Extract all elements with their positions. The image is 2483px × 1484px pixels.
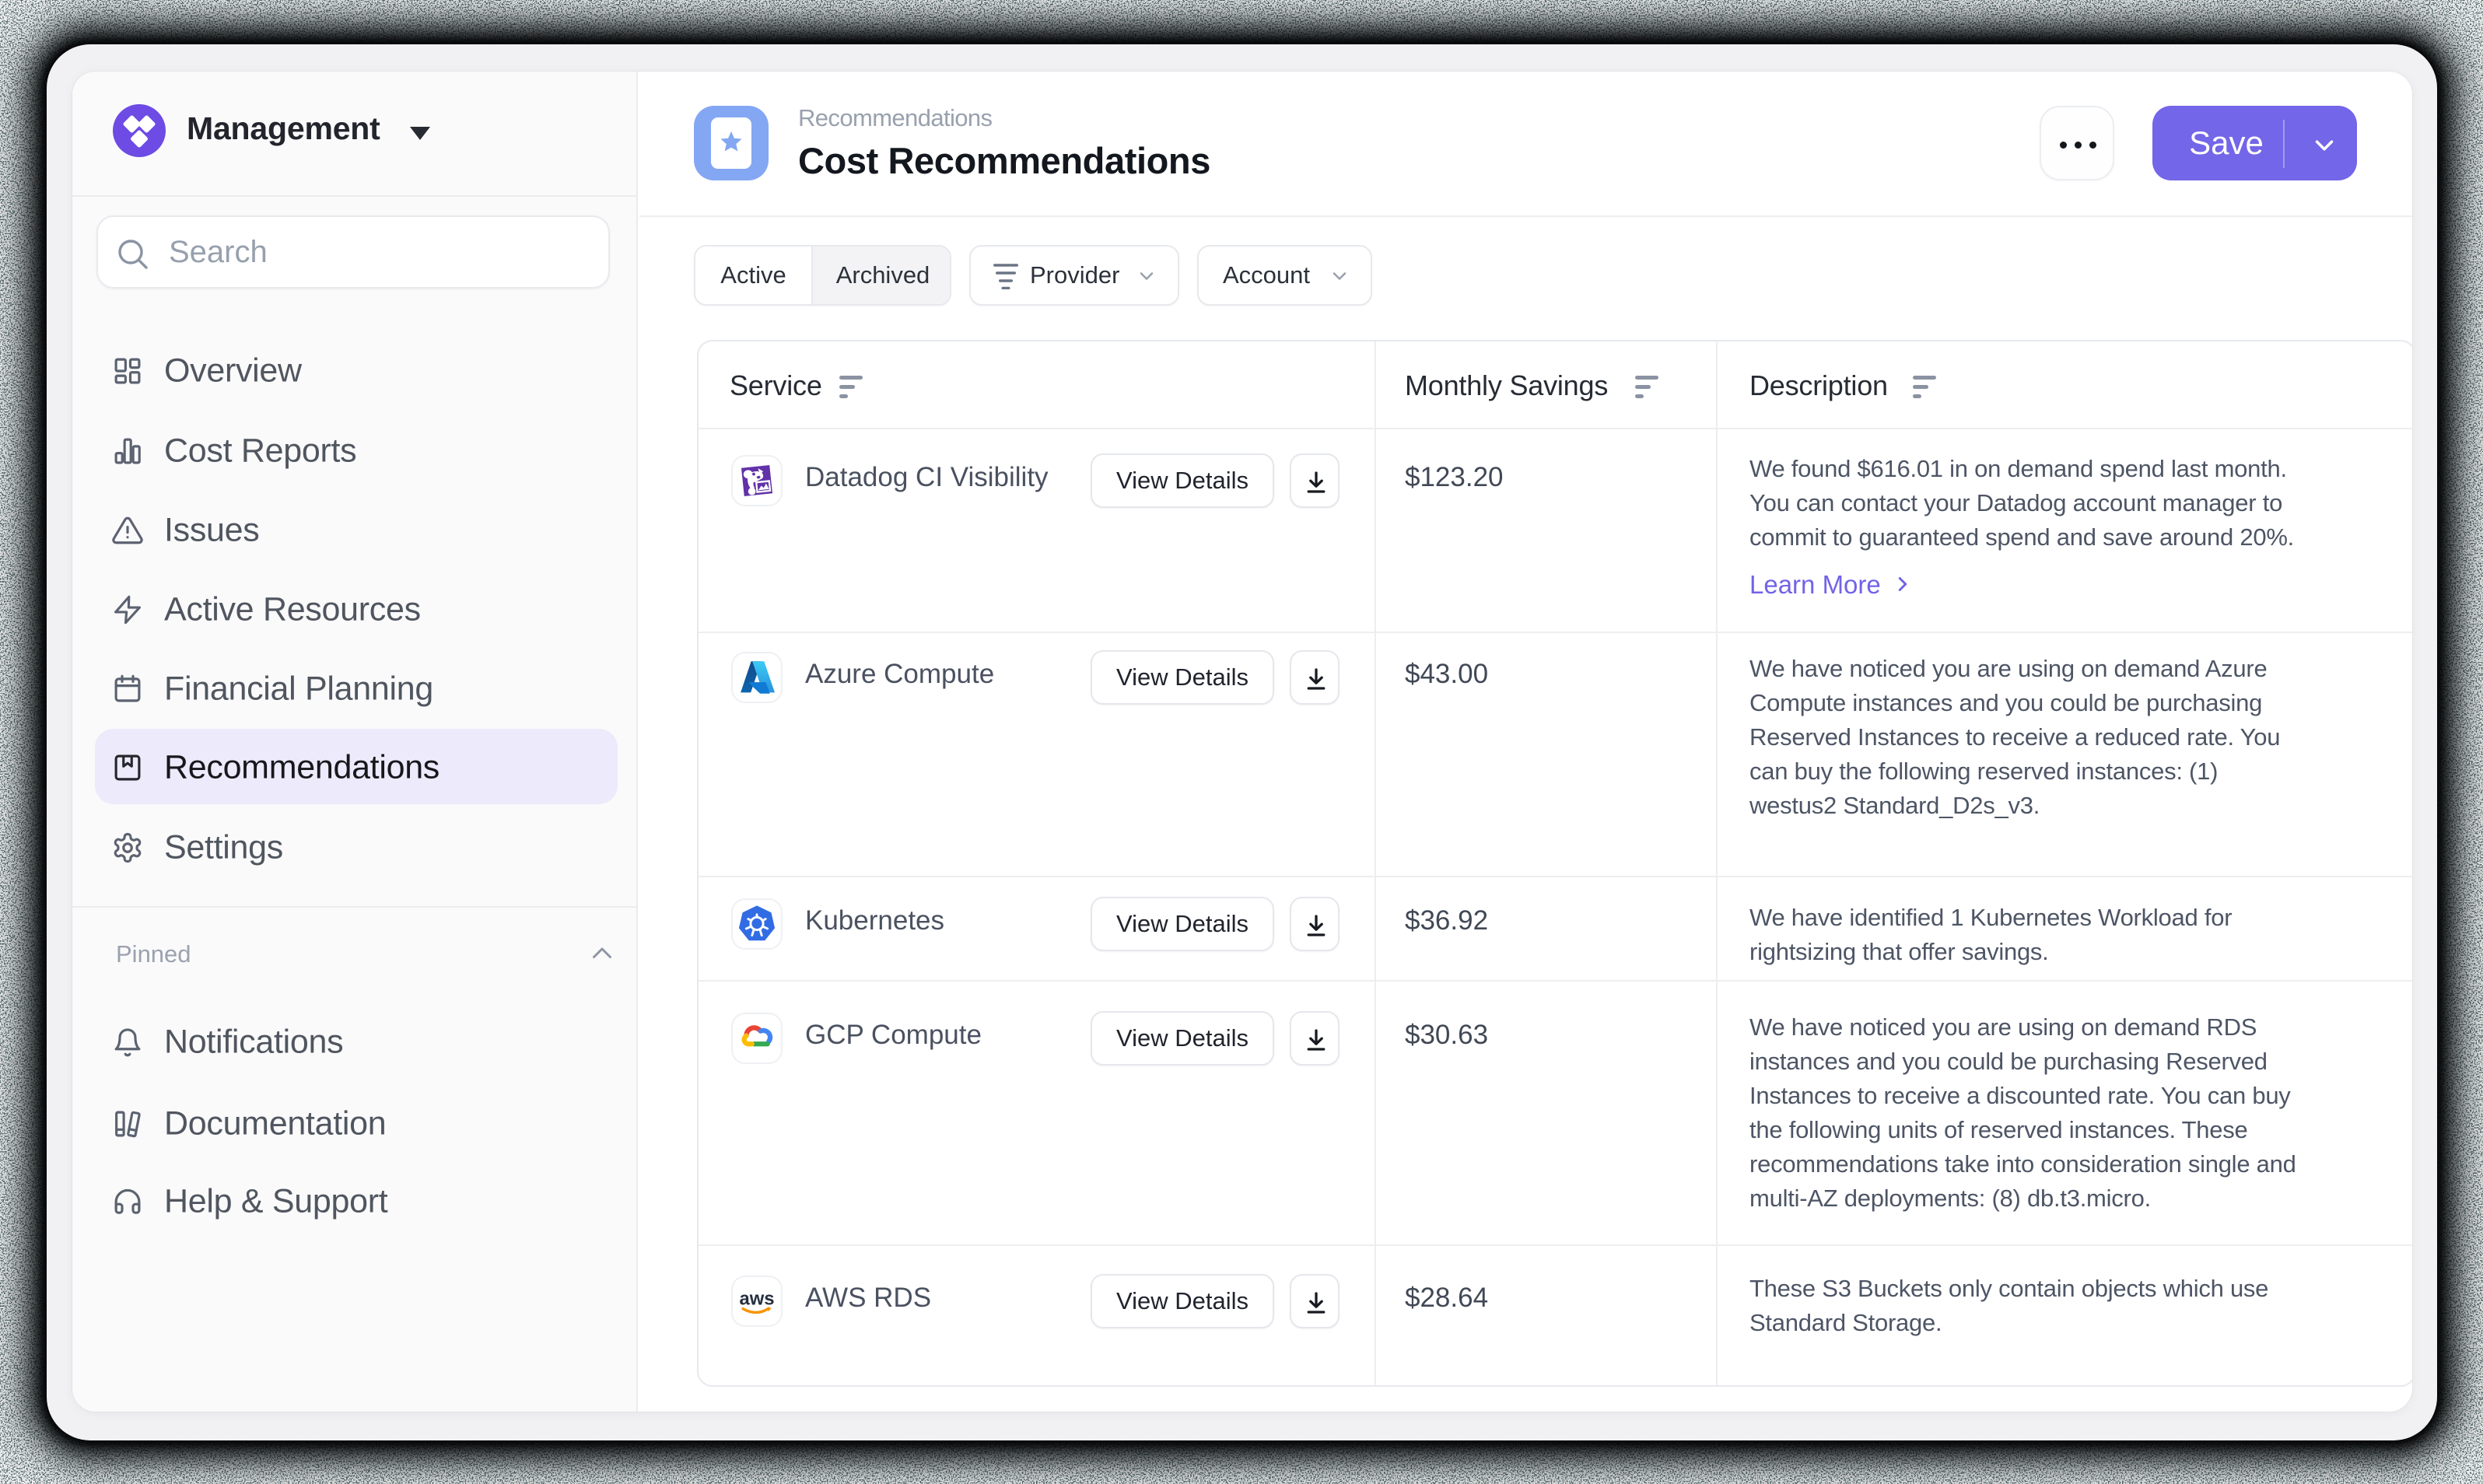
svg-text:aws: aws xyxy=(739,1288,774,1309)
